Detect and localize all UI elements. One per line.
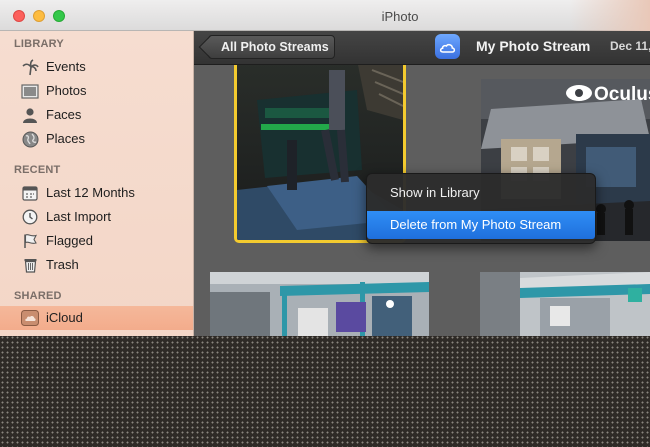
- flag-icon: [21, 232, 39, 250]
- sidebar-item-label: iCloud: [46, 310, 83, 325]
- sidebar-item-flagged[interactable]: Flagged: [0, 229, 193, 253]
- sidebar-item-label: Trash: [46, 257, 79, 272]
- stream-date: Dec 11,: [610, 39, 650, 53]
- photo-stream-cloud-icon: [435, 34, 460, 59]
- sidebar-item-label: Faces: [46, 107, 82, 122]
- sidebar-item-last-import[interactable]: Last Import: [0, 205, 193, 229]
- sidebar-item-label: Flagged: [46, 233, 93, 248]
- sidebar-item-trash[interactable]: Trash: [0, 253, 193, 277]
- title-bar: iPhoto: [0, 0, 650, 31]
- sidebar-item-last-12-months[interactable]: Last 12 Months: [0, 181, 193, 205]
- palm-tree-icon: [21, 58, 39, 76]
- minimize-window-button[interactable]: [33, 10, 45, 22]
- iphoto-window: iPhoto LIBRARY Events Photos Faces Place…: [0, 0, 650, 336]
- toolbar: All Photo Streams My Photo Stream Dec 11…: [194, 31, 650, 65]
- photos-icon: [21, 82, 39, 100]
- trash-icon: [21, 256, 39, 274]
- zoom-window-button[interactable]: [53, 10, 65, 22]
- photo-thumbnail[interactable]: [210, 272, 429, 336]
- faces-icon: [21, 106, 39, 124]
- icloud-icon: [21, 309, 39, 327]
- sidebar-item-photos[interactable]: Photos: [0, 79, 193, 103]
- window-title: iPhoto: [381, 9, 419, 24]
- show-in-library-menu-item[interactable]: Show in Library: [367, 179, 595, 207]
- clock-icon: [21, 208, 39, 226]
- sidebar-item-faces[interactable]: Faces: [0, 103, 193, 127]
- sidebar-item-label: Photos: [46, 83, 87, 98]
- section-heading-recent: RECENT: [14, 164, 61, 176]
- section-heading-shared: SHARED: [14, 290, 62, 302]
- sidebar: LIBRARY Events Photos Faces Places RECEN…: [0, 31, 194, 336]
- sidebar-item-icloud[interactable]: iCloud: [0, 306, 193, 330]
- sidebar-item-label: Places: [46, 131, 86, 146]
- sidebar-item-label: Last Import: [46, 209, 112, 224]
- globe-icon: [21, 130, 39, 148]
- sidebar-item-events[interactable]: Events: [0, 55, 193, 79]
- sidebar-item-label: Events: [46, 59, 86, 74]
- section-heading-library: LIBRARY: [14, 38, 64, 50]
- context-menu: Show in Library Delete from My Photo Str…: [366, 173, 596, 244]
- stream-title: My Photo Stream: [476, 38, 591, 54]
- all-photo-streams-back-button[interactable]: All Photo Streams: [208, 35, 335, 59]
- sidebar-item-label: Last 12 Months: [46, 185, 135, 200]
- calendar-icon: [21, 184, 39, 202]
- photo-overlay-text: Oculus: [594, 84, 650, 105]
- photo-thumbnail[interactable]: [480, 272, 650, 336]
- delete-from-photo-stream-menu-item[interactable]: Delete from My Photo Stream: [367, 211, 595, 239]
- back-button-label: All Photo Streams: [221, 40, 329, 54]
- close-window-button[interactable]: [13, 10, 25, 22]
- sidebar-item-places[interactable]: Places: [0, 127, 193, 151]
